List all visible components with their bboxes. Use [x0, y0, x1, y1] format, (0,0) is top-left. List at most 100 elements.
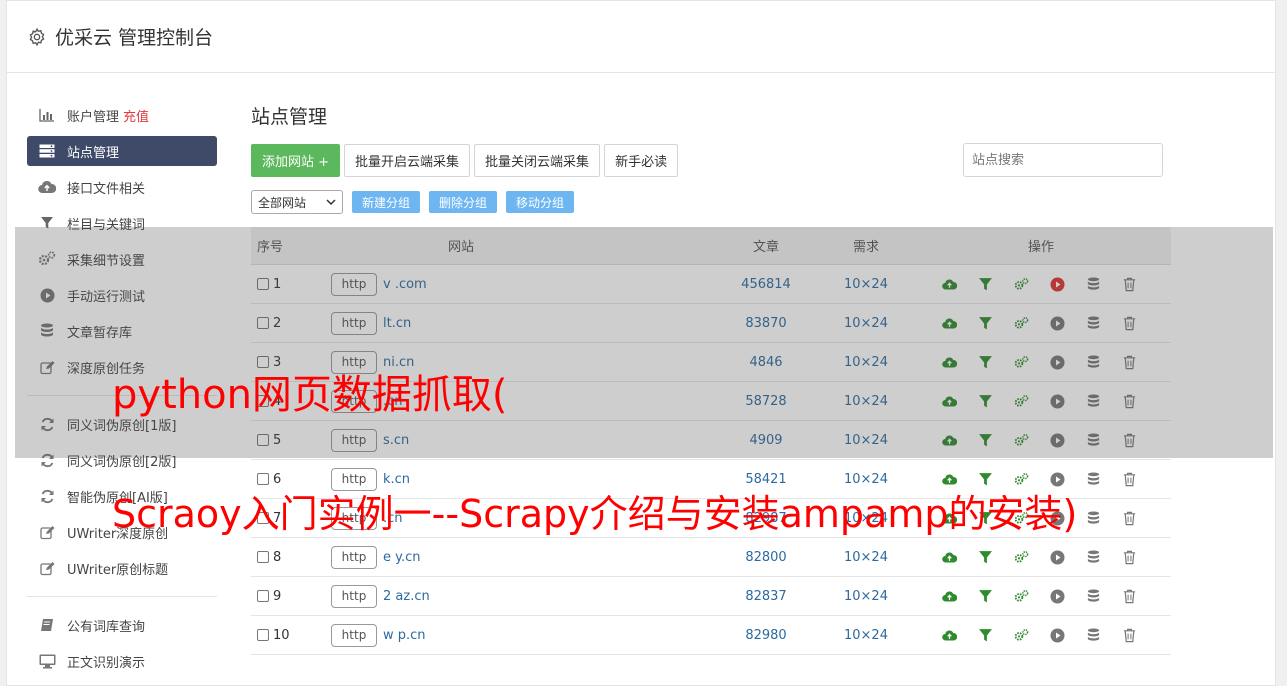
filter-icon[interactable]: [967, 391, 1003, 411]
article-count[interactable]: 58728: [711, 394, 821, 409]
trash-icon[interactable]: [1111, 352, 1147, 372]
gears-icon[interactable]: [1003, 430, 1039, 450]
site-domain-link[interactable]: .cn: [383, 511, 403, 526]
group-select[interactable]: 全部网站: [251, 190, 343, 214]
play-circle-icon[interactable]: [1039, 625, 1075, 645]
sidebar-item-3[interactable]: 接口文件相关: [27, 169, 217, 205]
row-checkbox[interactable]: [257, 551, 269, 563]
trash-icon[interactable]: [1111, 625, 1147, 645]
filter-icon[interactable]: [967, 547, 1003, 567]
sidebar-item-10[interactable]: 同义词伪原创[2版]: [27, 442, 217, 478]
database-icon[interactable]: [1075, 391, 1111, 411]
row-checkbox[interactable]: [257, 356, 269, 368]
sidebar-item-8[interactable]: 深度原创任务: [27, 349, 217, 385]
cloud-upload-icon[interactable]: [931, 274, 967, 294]
database-icon[interactable]: [1075, 274, 1111, 294]
article-count[interactable]: 4846: [711, 355, 821, 370]
site-domain-link[interactable]: v .com: [383, 277, 427, 292]
sidebar-item-15[interactable]: 正文识别演示: [27, 643, 217, 679]
sidebar-item-7[interactable]: 文章暂存库: [27, 313, 217, 349]
sidebar-item-2[interactable]: 站点管理: [27, 136, 217, 166]
trash-icon[interactable]: [1111, 586, 1147, 606]
article-count[interactable]: 83870: [711, 316, 821, 331]
gears-icon[interactable]: [1003, 352, 1039, 372]
demand-value[interactable]: 10×24: [821, 511, 911, 526]
gears-icon[interactable]: [1003, 469, 1039, 489]
delete-group-button[interactable]: 删除分组: [429, 191, 498, 213]
cloud-upload-icon[interactable]: [931, 547, 967, 567]
row-checkbox[interactable]: [257, 512, 269, 524]
article-count[interactable]: 58421: [711, 472, 821, 487]
filter-icon[interactable]: [967, 274, 1003, 294]
newbie-guide-button[interactable]: 新手必读: [604, 143, 679, 177]
filter-icon[interactable]: [967, 469, 1003, 489]
database-icon[interactable]: [1075, 430, 1111, 450]
gears-icon[interactable]: [1003, 508, 1039, 528]
demand-value[interactable]: 10×24: [821, 277, 911, 292]
sidebar-item-1[interactable]: 账户管理 充值: [27, 97, 217, 133]
move-group-button[interactable]: 移动分组: [506, 191, 575, 213]
article-count[interactable]: 82800: [711, 550, 821, 565]
play-circle-icon[interactable]: [1039, 391, 1075, 411]
cloud-upload-icon[interactable]: [931, 430, 967, 450]
sidebar-item-13[interactable]: UWriter原创标题: [27, 550, 217, 586]
sidebar-item-4[interactable]: 栏目与关键词: [27, 205, 217, 241]
site-domain-link[interactable]: s.cn: [383, 433, 409, 448]
database-icon[interactable]: [1075, 625, 1111, 645]
trash-icon[interactable]: [1111, 274, 1147, 294]
trash-icon[interactable]: [1111, 508, 1147, 528]
demand-value[interactable]: 10×24: [821, 589, 911, 604]
article-count[interactable]: 4909: [711, 433, 821, 448]
article-count[interactable]: 456814: [711, 277, 821, 292]
site-domain-link[interactable]: w p.cn: [383, 628, 426, 643]
site-domain-link[interactable]: lt.cn: [383, 316, 411, 331]
filter-icon[interactable]: [967, 586, 1003, 606]
trash-icon[interactable]: [1111, 547, 1147, 567]
filter-icon[interactable]: [967, 313, 1003, 333]
demand-value[interactable]: 10×24: [821, 355, 911, 370]
database-icon[interactable]: [1075, 352, 1111, 372]
row-checkbox[interactable]: [257, 434, 269, 446]
sidebar-item-9[interactable]: 同义词伪原创[1版]: [27, 406, 217, 442]
play-circle-icon[interactable]: [1039, 469, 1075, 489]
demand-value[interactable]: 10×24: [821, 394, 911, 409]
new-group-button[interactable]: 新建分组: [352, 191, 421, 213]
row-checkbox[interactable]: [257, 317, 269, 329]
database-icon[interactable]: [1075, 547, 1111, 567]
sidebar-item-14[interactable]: 公有词库查询: [27, 607, 217, 643]
demand-value[interactable]: 10×24: [821, 316, 911, 331]
add-site-button[interactable]: 添加网站 +: [251, 143, 341, 177]
trash-icon[interactable]: [1111, 391, 1147, 411]
gears-icon[interactable]: [1003, 313, 1039, 333]
article-count[interactable]: 82837: [711, 589, 821, 604]
filter-icon[interactable]: [967, 508, 1003, 528]
site-domain-link[interactable]: ni.cn: [383, 355, 414, 370]
site-domain-link[interactable]: .cn: [383, 394, 403, 409]
trash-icon[interactable]: [1111, 469, 1147, 489]
recharge-link[interactable]: 充值: [123, 106, 149, 125]
gears-icon[interactable]: [1003, 547, 1039, 567]
database-icon[interactable]: [1075, 586, 1111, 606]
row-checkbox[interactable]: [257, 590, 269, 602]
gears-icon[interactable]: [1003, 625, 1039, 645]
filter-icon[interactable]: [967, 625, 1003, 645]
sidebar-item-12[interactable]: UWriter深度原创: [27, 514, 217, 550]
database-icon[interactable]: [1075, 313, 1111, 333]
play-circle-icon[interactable]: [1039, 508, 1075, 528]
site-domain-link[interactable]: e y.cn: [383, 550, 421, 565]
database-icon[interactable]: [1075, 469, 1111, 489]
play-circle-icon[interactable]: [1039, 547, 1075, 567]
row-checkbox[interactable]: [257, 629, 269, 641]
trash-icon[interactable]: [1111, 313, 1147, 333]
play-circle-icon[interactable]: [1039, 586, 1075, 606]
row-checkbox[interactable]: [257, 473, 269, 485]
cloud-upload-icon[interactable]: [931, 313, 967, 333]
play-circle-icon[interactable]: [1039, 274, 1075, 294]
row-checkbox[interactable]: [257, 395, 269, 407]
demand-value[interactable]: 10×24: [821, 433, 911, 448]
gears-icon[interactable]: [1003, 274, 1039, 294]
cloud-upload-icon[interactable]: [931, 469, 967, 489]
cloud-upload-icon[interactable]: [931, 586, 967, 606]
demand-value[interactable]: 10×24: [821, 628, 911, 643]
gears-icon[interactable]: [1003, 586, 1039, 606]
